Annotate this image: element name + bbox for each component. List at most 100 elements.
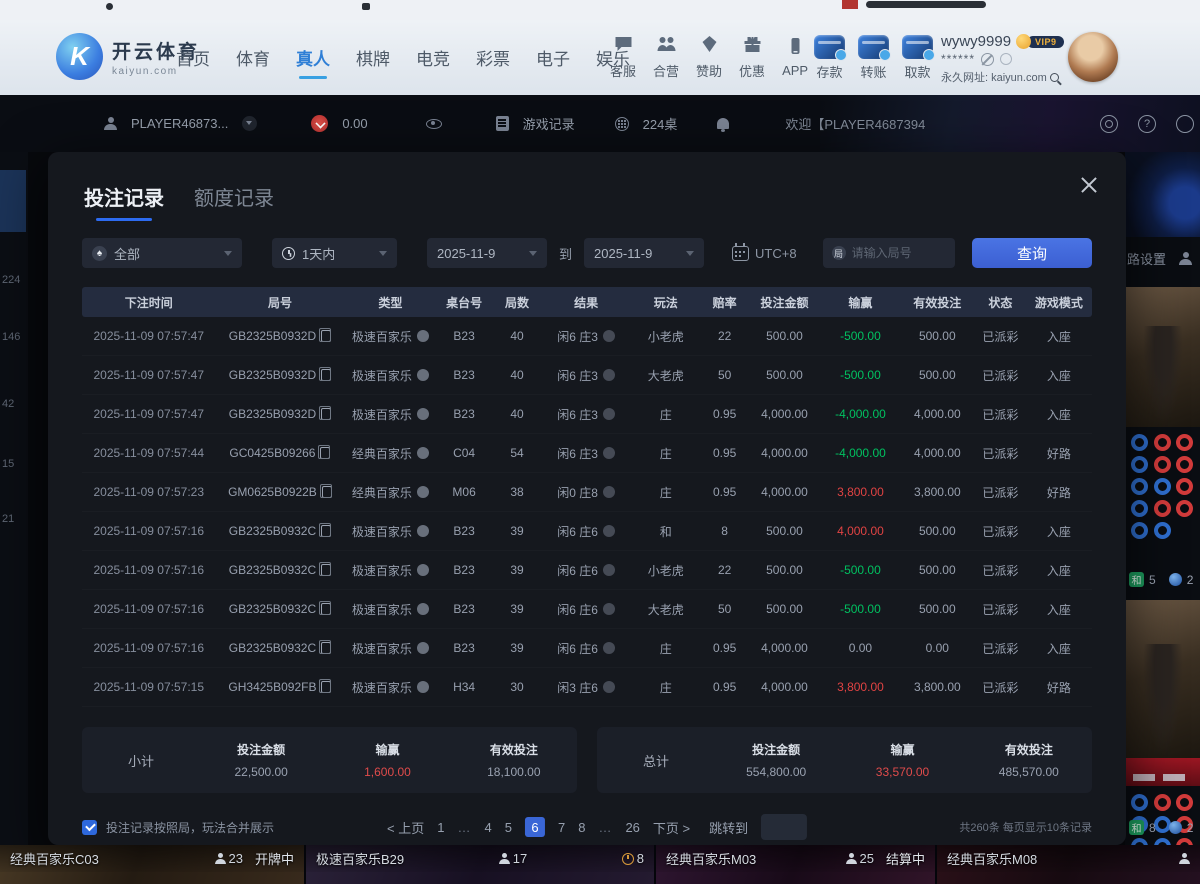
magnifier-icon[interactable] <box>1050 73 1059 82</box>
tables-count[interactable]: 224桌 <box>643 114 678 133</box>
copy-icon[interactable] <box>321 642 331 654</box>
quick-item[interactable]: 赞助 <box>696 35 722 80</box>
caret-down-icon <box>686 251 694 256</box>
bank-card-icon <box>902 35 933 59</box>
query-button[interactable]: 查询 <box>972 238 1092 268</box>
left-rail-active-item[interactable] <box>0 170 26 232</box>
avatar[interactable] <box>1068 32 1118 82</box>
cell-result: 闲6 庄6 <box>542 562 629 579</box>
table-row[interactable]: 2025-11-09 07:57:16GB2325B0932C极速百家乐B233… <box>82 512 1092 551</box>
chevron-down-icon[interactable] <box>242 116 257 131</box>
copy-icon[interactable] <box>321 525 331 537</box>
tab-bet-records[interactable]: 投注记录 <box>84 182 164 221</box>
column-header: 赔率 <box>702 294 748 311</box>
wallet-item[interactable]: 取款 <box>902 35 933 81</box>
column-header: 投注金额 <box>748 294 822 311</box>
service-circle-icon[interactable] <box>1100 115 1118 133</box>
cell-round-id: GB2325B0932D <box>216 368 345 382</box>
lobby-right-rail: 路设置 和52 和82 <box>1125 152 1200 845</box>
copy-icon[interactable] <box>321 369 331 381</box>
user-block[interactable]: wywy9999 VIP9 ****** 永久网址: kaiyun.com <box>941 33 1071 85</box>
road-settings-label[interactable]: 路设置 <box>1127 249 1166 268</box>
tab-quota-records[interactable]: 额度记录 <box>194 182 274 221</box>
bell-icon[interactable] <box>717 118 729 129</box>
chrome-mark <box>362 3 370 10</box>
table-row[interactable]: 2025-11-09 07:57:23GM0625B0922B经典百家乐M063… <box>82 473 1092 512</box>
edge-circle-icon[interactable] <box>1176 115 1194 133</box>
result-detail-icon[interactable] <box>603 408 615 420</box>
time-range-select[interactable]: 1天内 <box>272 238 397 268</box>
nav-item[interactable]: 真人 <box>296 45 330 70</box>
table-row[interactable]: 2025-11-09 07:57:16GB2325B0932C极速百家乐B233… <box>82 551 1092 590</box>
close-icon[interactable] <box>1080 176 1098 194</box>
chrome-mark <box>866 1 986 8</box>
table-row[interactable]: 2025-11-09 07:57:47GB2325B0932D极速百家乐B234… <box>82 356 1092 395</box>
result-detail-icon[interactable] <box>603 525 615 537</box>
copy-icon[interactable] <box>321 564 331 576</box>
copy-icon[interactable] <box>322 486 332 498</box>
refresh-circle-icon[interactable] <box>1000 53 1012 65</box>
wallet-item[interactable]: 转账 <box>858 35 889 81</box>
result-detail-icon[interactable] <box>603 564 615 576</box>
live-table-thumb[interactable]: 极速百家乐B29178 <box>306 845 654 884</box>
result-detail-icon[interactable] <box>603 642 615 654</box>
nav-item[interactable]: 首页 <box>176 45 210 70</box>
quick-item[interactable]: APP <box>782 37 808 78</box>
date-from-select[interactable]: 2025-11-9 <box>427 238 547 268</box>
prev-page-button[interactable]: < 上页 <box>387 818 424 837</box>
game-record-link[interactable]: 游戏记录 <box>523 114 575 133</box>
cell-play-type: 大老虎 <box>630 601 702 618</box>
help-icon[interactable]: ? <box>1138 115 1156 133</box>
nav-item[interactable]: 体育 <box>236 45 270 70</box>
result-detail-icon[interactable] <box>603 330 615 342</box>
merge-checkbox[interactable] <box>82 820 97 835</box>
page-number-1[interactable]: 1 <box>437 820 444 835</box>
page-number-8[interactable]: 8 <box>578 820 585 835</box>
copy-icon[interactable] <box>321 330 331 342</box>
timezone-control[interactable]: UTC+8 <box>732 246 797 261</box>
jump-to-input[interactable] <box>761 814 807 840</box>
copy-icon[interactable] <box>321 408 331 420</box>
player-id[interactable]: PLAYER46873... <box>131 116 228 131</box>
page-number-5[interactable]: 5 <box>505 820 512 835</box>
result-detail-icon[interactable] <box>603 603 615 615</box>
game-type-select[interactable]: ♠ 全部 <box>82 238 242 268</box>
wallet-item[interactable]: 存款 <box>814 35 845 81</box>
nav-item[interactable]: 棋牌 <box>356 45 390 70</box>
quick-item[interactable]: 合营 <box>653 35 679 80</box>
next-page-button[interactable]: 下页 > <box>653 818 690 837</box>
result-detail-icon[interactable] <box>603 486 615 498</box>
table-row[interactable]: 2025-11-09 07:57:16GB2325B0932C极速百家乐B233… <box>82 590 1092 629</box>
table-row[interactable]: 2025-11-09 07:57:16GB2325B0932C极速百家乐B233… <box>82 629 1092 668</box>
page-number-7[interactable]: 7 <box>558 820 565 835</box>
cell-bet-time: 2025-11-09 07:57:47 <box>82 407 216 421</box>
live-video-thumb[interactable] <box>1125 600 1200 758</box>
table-row[interactable]: 2025-11-09 07:57:15GH3425B092FB极速百家乐H343… <box>82 668 1092 707</box>
eye-off-icon[interactable] <box>981 53 994 66</box>
page-number-26[interactable]: 26 <box>625 820 639 835</box>
table-row[interactable]: 2025-11-09 07:57:47GB2325B0932D极速百家乐B234… <box>82 317 1092 356</box>
quick-item[interactable]: 优惠 <box>739 35 765 80</box>
live-table-thumb[interactable]: 经典百家乐M08 <box>937 845 1200 884</box>
copy-icon[interactable] <box>321 681 331 693</box>
quick-item[interactable]: 客服 <box>610 35 636 80</box>
live-table-thumb[interactable]: 经典百家乐M0325结算中 <box>656 845 935 884</box>
page-number-4[interactable]: 4 <box>485 820 492 835</box>
live-table-thumb[interactable]: 经典百家乐C0323开牌中 <box>0 845 304 884</box>
copy-icon[interactable] <box>320 447 330 459</box>
date-to-select[interactable]: 2025-11-9 <box>584 238 704 268</box>
copy-icon[interactable] <box>321 603 331 615</box>
page-number-6[interactable]: 6 <box>525 817 545 837</box>
result-detail-icon[interactable] <box>603 681 615 693</box>
result-detail-icon[interactable] <box>603 447 615 459</box>
table-row[interactable]: 2025-11-09 07:57:44GC0425B09266经典百家乐C045… <box>82 434 1092 473</box>
nav-item[interactable]: 电子 <box>536 45 570 70</box>
table-row[interactable]: 2025-11-09 07:57:47GB2325B0932D极速百家乐B234… <box>82 395 1092 434</box>
result-detail-icon[interactable] <box>603 369 615 381</box>
live-video-thumb[interactable] <box>1125 287 1200 427</box>
eye-icon[interactable] <box>426 119 442 129</box>
nav-item[interactable]: 彩票 <box>476 45 510 70</box>
nav-item[interactable]: 电竞 <box>416 45 450 70</box>
round-search-input[interactable] <box>852 246 946 260</box>
cell-bet-time: 2025-11-09 07:57:16 <box>82 602 216 616</box>
